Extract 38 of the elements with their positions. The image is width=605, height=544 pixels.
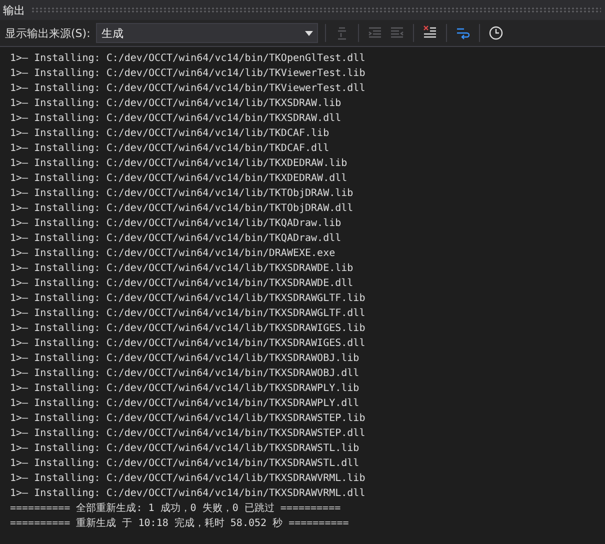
output-line: 1>— Installing: C:/dev/OCCT/win64/vc14/lib/TKXSDRAWVRML.lib	[10, 472, 366, 486]
output-line: 1>— Installing: C:/dev/OCCT/win64/vc14/bin/TKXSDRAWSTL.dll	[10, 457, 360, 471]
output-line: 1>— Installing: C:/dev/OCCT/win64/vc14/bin/TKXSDRAW.dll	[10, 112, 342, 126]
timestamp-button[interactable]	[487, 24, 506, 42]
output-line: 1>— Installing: C:/dev/OCCT/win64/vc14/lib/TKXSDRAWGLTF.lib	[10, 292, 366, 306]
output-line: ========== 重新生成 于 10:18 完成，耗时 58.052 秒 ==========	[10, 516, 349, 531]
source-label: 显示输出来源(S):	[5, 26, 90, 40]
output-line: 1>— Installing: C:/dev/OCCT/win64/vc14/lib/TKXSDRAWPLY.lib	[10, 382, 360, 396]
output-line: 1>— Installing: C:/dev/OCCT/win64/vc14/lib/TKXSDRAWSTL.lib	[10, 442, 360, 456]
output-line: 1>— Installing: C:/dev/OCCT/win64/vc14/bin/TKXSDRAWGLTF.dll	[10, 307, 366, 321]
output-line: 1>— Installing: C:/dev/OCCT/win64/vc14/bin/TKXSDRAWPLY.dll	[10, 397, 360, 411]
output-line: 1>— Installing: C:/dev/OCCT/win64/vc14/lib/TKXSDRAWIGES.lib	[10, 322, 366, 336]
caret-icon	[305, 30, 314, 36]
output-line: 1>— Installing: C:/dev/OCCT/win64/vc14/bin/TKXSDRAWSTEP.dll	[10, 427, 366, 441]
output-line: 1>— Installing: C:/dev/OCCT/win64/vc14/bin/TKXSDRAWVRML.dll	[10, 487, 366, 501]
clock-icon	[488, 25, 504, 41]
panel-title: 输出	[3, 2, 25, 18]
output-line: 1>— Installing: C:/dev/OCCT/win64/vc14/bin/TKViewerTest.dll	[10, 82, 366, 96]
output-line: 1>— Installing: C:/dev/OCCT/win64/vc14/bin/TKQADraw.dll	[10, 232, 342, 246]
output-line: 1>— Installing: C:/dev/OCCT/win64/vc14/bin/TKXDEDRAW.dll	[10, 172, 348, 186]
output-line: 1>— Installing: C:/dev/OCCT/win64/vc14/lib/TKTObjDRAW.lib	[10, 187, 354, 201]
output-line: 1>— Installing: C:/dev/OCCT/win64/vc14/lib/TKViewerTest.lib	[10, 67, 366, 81]
output-line: 1>— Installing: C:/dev/OCCT/win64/vc14/bin/TKXSDRAWOBJ.dll	[10, 367, 360, 381]
output-line: 1>— Installing: C:/dev/OCCT/win64/vc14/lib/TKQADraw.lib	[10, 217, 342, 231]
source-dropdown[interactable]: 生成	[96, 23, 318, 43]
output-line: 1>— Installing: C:/dev/OCCT/win64/vc14/lib/TKXSDRAWDE.lib	[10, 262, 354, 276]
output-line: 1>— Installing: C:/dev/OCCT/win64/vc14/bin/DRAWEXE.exe	[10, 247, 336, 261]
output-line: 1>— Installing: C:/dev/OCCT/win64/vc14/lib/TKXDEDRAW.lib	[10, 157, 348, 171]
output-line: 1>— Installing: C:/dev/OCCT/win64/vc14/lib/TKXSDRAW.lib	[10, 97, 342, 111]
output-line: 1>— Installing: C:/dev/OCCT/win64/vc14/bin/TKDCAF.dll	[10, 142, 330, 156]
output-line: 1>— Installing: C:/dev/OCCT/win64/vc14/bin/TKXSDRAWDE.dll	[10, 277, 354, 291]
output-line: 1>— Installing: C:/dev/OCCT/win64/vc14/lib/TKDCAF.lib	[10, 127, 330, 141]
output-line: ========== 全部重新生成: 1 成功，0 失败，0 已跳过 ==========	[10, 502, 341, 516]
output-line: 1>— Installing: C:/dev/OCCT/win64/vc14/lib/TKXSDRAWSTEP.lib	[10, 412, 366, 426]
output-line: 1>— Installing: C:/dev/OCCT/win64/vc14/bin/TKXSDRAWIGES.dll	[10, 337, 366, 351]
output-line: 1>— Installing: C:/dev/OCCT/win64/vc14/bin/TKTObjDRAW.dll	[10, 202, 354, 216]
output-line: 1>— Installing: C:/dev/OCCT/win64/vc14/lib/TKXSDRAWOBJ.lib	[10, 352, 360, 366]
output-line: 1>— Installing: C:/dev/OCCT/win64/vc14/bin/TKOpenGlTest.dll	[10, 52, 366, 66]
